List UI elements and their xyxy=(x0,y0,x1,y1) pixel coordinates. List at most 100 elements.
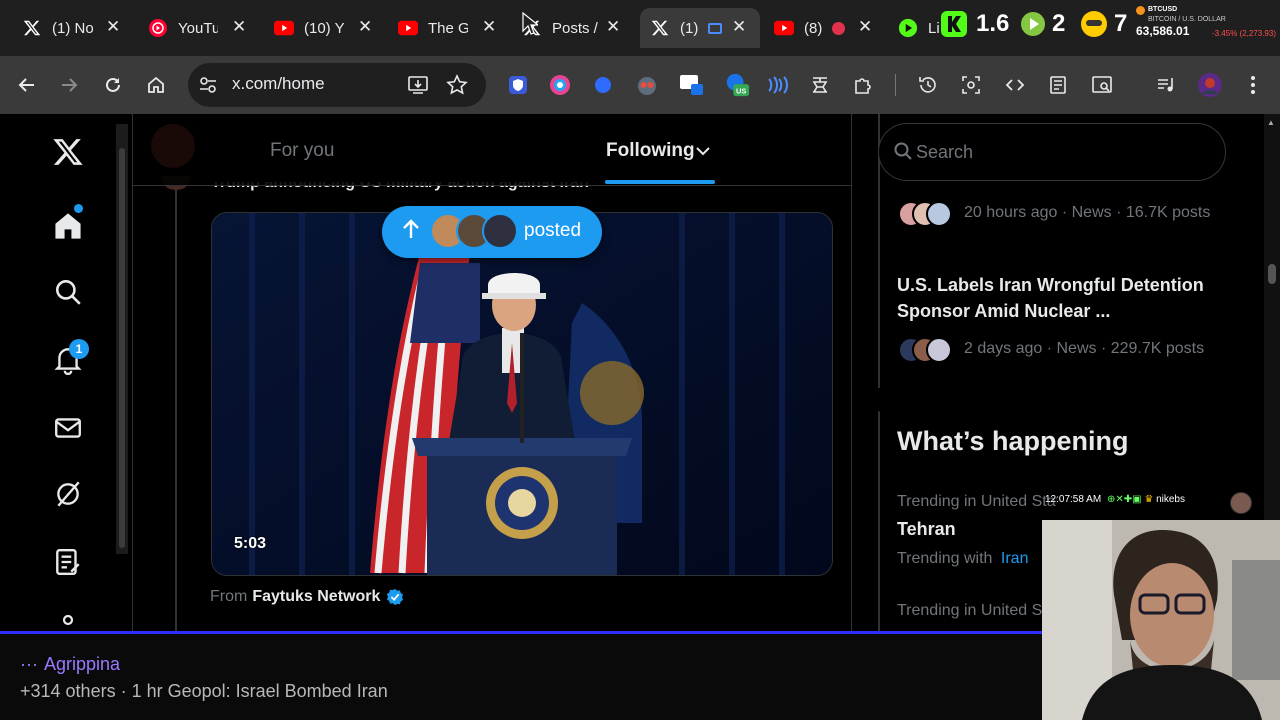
tab-label: (1) xyxy=(680,19,699,37)
counter-b: 2 xyxy=(1052,10,1066,37)
notifications-badge: 1 xyxy=(69,339,89,359)
nav-lists-icon[interactable] xyxy=(50,544,86,580)
close-tab-icon[interactable]: ✕ xyxy=(106,17,120,37)
tab-search-icon[interactable] xyxy=(1089,72,1115,98)
tab-x-home-active[interactable]: (1) ✕ xyxy=(640,8,760,48)
tab-label: (8) xyxy=(804,19,823,37)
blue-dot-extension-icon[interactable] xyxy=(590,72,616,98)
trend-title-tehran[interactable]: Tehran xyxy=(897,516,956,542)
close-tab-icon[interactable]: ✕ xyxy=(732,17,746,37)
account-avatar[interactable] xyxy=(151,124,195,168)
scrollbar-thumb[interactable] xyxy=(1268,264,1276,284)
video-attribution: From Faytuks Network xyxy=(210,588,404,606)
owl-extension-icon[interactable] xyxy=(634,72,660,98)
recording-icon xyxy=(832,21,845,35)
install-app-icon[interactable] xyxy=(405,72,431,98)
window-extension-icon[interactable] xyxy=(679,72,705,98)
nav-profile-icon[interactable] xyxy=(50,608,86,631)
extensions-puzzle-icon[interactable] xyxy=(851,72,877,98)
nav-explore-icon[interactable] xyxy=(50,274,86,310)
trending-with-link[interactable]: Iran xyxy=(1001,550,1029,567)
chevron-down-icon[interactable] xyxy=(695,144,711,162)
kick-extension-icon[interactable] xyxy=(940,6,968,42)
screen-share-icon xyxy=(708,22,722,34)
from-prefix: From xyxy=(210,588,248,605)
vpn-extension-icon[interactable]: US xyxy=(724,72,750,98)
shield-extension-icon[interactable] xyxy=(505,72,531,98)
trending-with: Trending with Iran xyxy=(897,550,1028,568)
tab-label: YouTu xyxy=(178,19,218,37)
home-button[interactable] xyxy=(141,70,171,100)
clock-time: 12:07:58 AM xyxy=(1045,494,1102,505)
trend-meta: 20 hours ago · News · 16.7K posts xyxy=(964,204,1211,221)
scrollbar-thumb[interactable] xyxy=(119,148,125,548)
ticker-change: -3.45% (2,273.93) xyxy=(1211,29,1276,38)
tab-following[interactable]: Following xyxy=(606,140,695,162)
close-tab-icon[interactable]: ✕ xyxy=(482,17,496,37)
source-account-link[interactable]: Faytuks Network xyxy=(252,588,380,606)
ticker-subtitle: BITCOIN / U.S. DOLLAR xyxy=(1148,16,1226,23)
reading-list-icon[interactable] xyxy=(1045,72,1071,98)
mouse-cursor xyxy=(522,11,540,41)
color-picker-extension-icon[interactable] xyxy=(547,72,573,98)
youtube-music-icon xyxy=(148,18,168,38)
tab-youtube-music[interactable]: YouTu ✕ xyxy=(148,10,252,46)
translate-extension-icon[interactable] xyxy=(807,72,833,98)
rumble-extension-icon[interactable] xyxy=(1020,6,1046,42)
search-icon xyxy=(894,142,912,165)
ticker-price: 63,586.01 xyxy=(1136,24,1190,38)
tab-youtube-video[interactable]: The G ✕ xyxy=(398,10,502,46)
youtube-icon xyxy=(274,18,294,38)
tab-x-notifications[interactable]: (1) No ✕ xyxy=(22,10,142,46)
screenshot-icon[interactable] xyxy=(958,72,984,98)
signal-extension-icon[interactable] xyxy=(764,72,790,98)
tab-youtube-subscriptions[interactable]: (10) Y ✕ xyxy=(274,10,378,46)
nav-home-icon[interactable] xyxy=(50,208,86,244)
whats-happening-card xyxy=(878,411,880,631)
video-player[interactable]: 5:03 xyxy=(211,212,833,576)
trend-avatars xyxy=(898,337,952,363)
url-text[interactable]: x.com/home xyxy=(232,74,325,94)
close-tab-icon[interactable]: ✕ xyxy=(858,17,872,37)
thread-line xyxy=(175,188,177,631)
history-icon[interactable] xyxy=(915,72,941,98)
reload-button[interactable] xyxy=(98,70,128,100)
trend-title[interactable]: U.S. Labels Iran Wrongful Detention Spon… xyxy=(897,272,1209,324)
emoji-extension-icon[interactable] xyxy=(1080,6,1108,42)
active-tab-indicator xyxy=(605,180,715,184)
trend-context: Trending in United States xyxy=(897,602,1042,619)
btc-ticker: BTCUSD BITCOIN / U.S. DOLLAR 63,586.01 -… xyxy=(1136,4,1276,44)
play-icon xyxy=(898,18,918,38)
nav-messages-icon[interactable] xyxy=(50,410,86,446)
media-controls-icon[interactable] xyxy=(1153,72,1179,98)
code-icon[interactable] xyxy=(1002,72,1028,98)
scroll-up-arrow-icon[interactable]: ▲ xyxy=(1267,118,1275,127)
close-tab-icon[interactable]: ✕ xyxy=(606,17,620,37)
browser-menu-icon[interactable] xyxy=(1240,72,1266,98)
video-duration: 5:03 xyxy=(234,535,267,552)
new-posts-pill[interactable]: posted xyxy=(382,206,602,258)
tab-strip: (1) No ✕ YouTu ✕ (10) Y ✕ The G ✕ Posts … xyxy=(0,0,1280,56)
ticker-symbol: BTCUSD xyxy=(1148,6,1178,13)
close-tab-icon[interactable]: ✕ xyxy=(232,17,246,37)
posted-label: posted xyxy=(524,220,582,241)
trending-with-prefix: Trending with xyxy=(897,550,993,567)
bookmark-star-icon[interactable] xyxy=(444,72,470,98)
trend-meta: 2 days ago · News · 229.7K posts xyxy=(964,340,1205,357)
tab-youtube-playing[interactable]: (8) ✕ xyxy=(774,10,878,46)
back-button[interactable] xyxy=(12,70,42,100)
close-tab-icon[interactable]: ✕ xyxy=(358,17,372,37)
home-new-posts-dot xyxy=(74,204,83,213)
youtube-icon xyxy=(774,18,794,38)
crown-icon: ♛ xyxy=(1144,494,1154,505)
overlay-clock: 12:07:58 AM ⊕✕✚▣ ♛ nikebs xyxy=(1045,494,1185,505)
nav-grok-icon[interactable] xyxy=(50,476,86,512)
overlay-member-name: ··· Agrippina xyxy=(20,654,120,675)
tab-label: The G xyxy=(428,19,468,37)
tab-for-you[interactable]: For you xyxy=(270,140,334,162)
profile-avatar[interactable] xyxy=(1197,72,1223,98)
x-logo-icon[interactable] xyxy=(50,134,86,170)
site-info-icon[interactable] xyxy=(197,74,219,101)
left-scrollbar[interactable] xyxy=(116,124,128,554)
forward-button[interactable] xyxy=(54,70,84,100)
